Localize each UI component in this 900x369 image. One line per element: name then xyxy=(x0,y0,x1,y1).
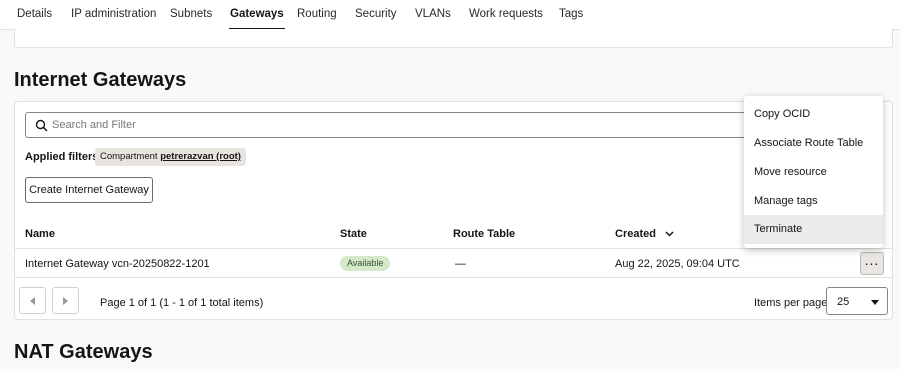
previous-section-card xyxy=(14,29,893,48)
chevron-right-icon xyxy=(63,297,68,305)
search-icon xyxy=(35,119,48,132)
chevron-down-icon[interactable] xyxy=(665,231,674,237)
tab-tags[interactable]: Tags xyxy=(559,8,583,20)
table-divider xyxy=(15,277,892,278)
menu-item-terminate[interactable]: Terminate xyxy=(744,215,883,244)
caret-down-icon xyxy=(871,300,879,305)
filter-chip-value[interactable]: petrerazvan (root) xyxy=(160,151,241,162)
menu-item-manage-tags[interactable]: Manage tags xyxy=(744,187,883,216)
items-per-page-select[interactable]: 25 xyxy=(826,287,888,315)
row-actions-button[interactable]: ... xyxy=(860,252,884,275)
column-header-state: State xyxy=(340,228,367,240)
applied-filters-label: Applied filters xyxy=(25,151,99,163)
search-input[interactable]: Search and Filter xyxy=(25,112,785,138)
previous-page-button[interactable] xyxy=(19,287,46,314)
tab-gateways[interactable]: Gateways xyxy=(229,8,285,30)
search-placeholder: Search and Filter xyxy=(52,119,136,131)
menu-item-copy-ocid[interactable]: Copy OCID xyxy=(744,100,883,129)
items-per-page-label: Items per page xyxy=(754,297,828,309)
column-header-name: Name xyxy=(25,228,55,240)
column-header-created[interactable]: Created xyxy=(615,228,674,240)
chevron-left-icon xyxy=(30,297,35,305)
tab-routing[interactable]: Routing xyxy=(297,8,337,20)
menu-item-associate-route-table[interactable]: Associate Route Table xyxy=(744,129,883,158)
row-name[interactable]: Internet Gateway vcn-20250822-1201 xyxy=(25,258,210,270)
internet-gateways-title: Internet Gateways xyxy=(14,69,187,91)
row-route-table: — xyxy=(455,258,466,270)
menu-item-move-resource[interactable]: Move resource xyxy=(744,158,883,187)
row-actions-menu: Copy OCID Associate Route Table Move res… xyxy=(744,96,883,248)
tab-subnets[interactable]: Subnets xyxy=(170,8,212,20)
next-page-button[interactable] xyxy=(52,287,79,314)
tab-bar: Details IP administration Subnets Gatewa… xyxy=(0,0,900,30)
items-per-page-value: 25 xyxy=(837,296,850,308)
tab-security[interactable]: Security xyxy=(355,8,397,20)
filter-chip-key: Compartment xyxy=(100,151,158,162)
status-badge: Available xyxy=(340,256,391,271)
column-header-route-table: Route Table xyxy=(453,228,516,240)
tab-work-requests[interactable]: Work requests xyxy=(469,8,543,20)
filter-chip-compartment[interactable]: Compartment petrerazvan (root) xyxy=(95,148,246,166)
row-created: Aug 22, 2025, 09:04 UTC xyxy=(615,258,740,270)
table-divider xyxy=(15,248,892,249)
tab-details[interactable]: Details xyxy=(17,8,52,20)
nat-gateways-title: NAT Gateways xyxy=(14,341,153,363)
tab-vlans[interactable]: VLANs xyxy=(415,8,451,20)
pagination-info: Page 1 of 1 (1 - 1 of 1 total items) xyxy=(100,297,264,309)
column-header-created-label: Created xyxy=(615,228,656,240)
create-internet-gateway-button[interactable]: Create Internet Gateway xyxy=(25,177,153,203)
tab-ip-administration[interactable]: IP administration xyxy=(71,8,156,20)
